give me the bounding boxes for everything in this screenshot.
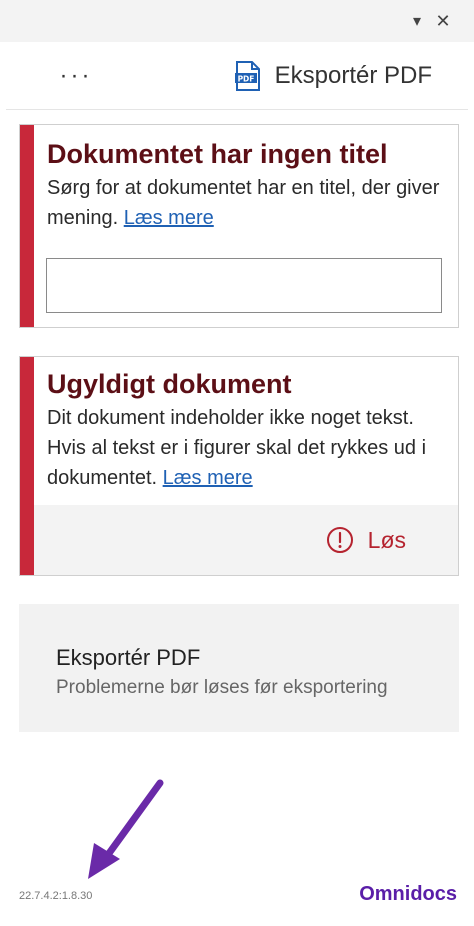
omnidocs-logo: Omnidocs [359,883,457,905]
fix-button[interactable]: Løs [326,523,406,557]
issue-title: Dokumentet har ingen titel [47,139,388,169]
issue-accent-bar [20,357,34,575]
toolbar: ··· PDF Eksportér PDF [6,42,468,110]
issue-title: Ugyldigt dokument [47,369,292,399]
pane-controls: ▾ ✕ [0,0,474,42]
export-pdf-title: Eksportér PDF [56,645,201,670]
document-title-input[interactable] [46,258,442,313]
issue-action-row: Løs [34,505,458,575]
issue-card-invalid-document: Ugyldigt dokument Dit dokument indeholde… [19,356,459,576]
annotation-arrow [88,779,164,879]
pane-options-dropdown-icon[interactable]: ▾ [404,8,430,34]
export-pdf-toolbar-button[interactable]: PDF Eksportér PDF [234,56,432,96]
fix-label: Løs [367,526,406,553]
pdf-file-icon: PDF [234,61,261,91]
read-more-link[interactable]: Læs mere [124,207,214,229]
close-icon[interactable]: ✕ [430,8,456,34]
export-pdf-panel[interactable]: Eksportér PDF Problemerne bør løses før … [19,604,459,732]
read-more-link[interactable]: Læs mere [163,467,253,489]
issue-description: Sørg for at dokumentet har en titel, der… [47,173,447,233]
pdf-icon-text: PDF [237,75,254,84]
issue-card-no-title: Dokumentet har ingen titel Sørg for at d… [19,124,459,328]
version-label: 22.7.4.2:1.8.30 [19,890,93,902]
issue-description: Dit dokument indeholder ikke noget tekst… [47,403,447,493]
export-pdf-toolbar-label: Eksportér PDF [274,62,432,89]
issue-accent-bar [20,125,34,327]
alert-circle-icon [326,526,354,554]
more-options-button[interactable]: ··· [56,60,96,92]
issue-description-text: Sørg for at dokumentet har en titel, der… [47,177,440,229]
export-pdf-subtitle: Problemerne bør løses før eksportering [56,677,388,698]
